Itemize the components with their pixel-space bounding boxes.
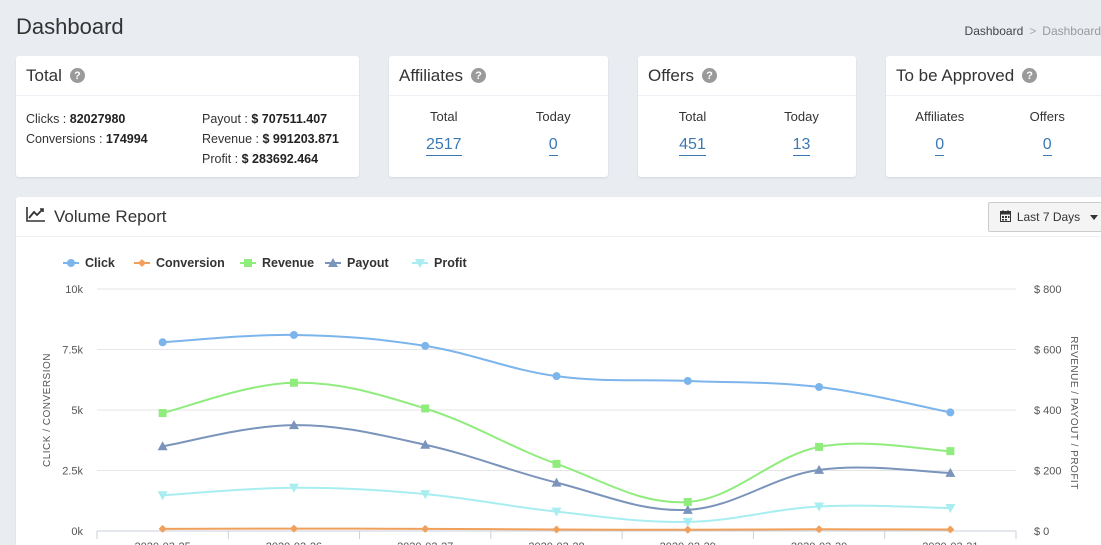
legend-label-click: Click bbox=[85, 256, 115, 270]
y-left-tick-label: 2.5k bbox=[62, 466, 83, 478]
data-point-revenue bbox=[946, 447, 955, 456]
legend-item-profit[interactable]: Profit bbox=[412, 256, 467, 270]
data-point-click bbox=[158, 338, 167, 347]
data-point-conversion bbox=[946, 525, 955, 534]
data-point-revenue bbox=[289, 378, 298, 387]
series-conversion bbox=[158, 524, 955, 534]
data-point-conversion bbox=[815, 525, 824, 534]
legend-marker-revenue bbox=[244, 259, 252, 267]
chart-series bbox=[157, 330, 956, 534]
data-point-revenue bbox=[815, 442, 824, 451]
volume-chart: 0k $ 0 2.5k $ 200 5k $ 400 7.5k $ 600 10k $ 800 20… bbox=[42, 256, 1079, 545]
chart-axes: 0k $ 0 2.5k $ 200 5k $ 400 7.5k $ 600 10k $ 800 20… bbox=[42, 284, 1079, 545]
series-click bbox=[158, 330, 955, 417]
legend-marker-click bbox=[67, 259, 75, 267]
series-profit bbox=[157, 483, 956, 527]
data-point-click bbox=[289, 330, 298, 339]
legend-marker-conversion bbox=[138, 259, 146, 267]
y-left-tick-label: 7.5k bbox=[62, 345, 83, 357]
y-right-tick-label: $ 0 bbox=[1034, 526, 1049, 538]
data-point-revenue bbox=[683, 497, 692, 506]
data-point-revenue bbox=[158, 409, 167, 418]
x-tick-label: 2020-03-28 bbox=[528, 541, 584, 545]
data-point-revenue bbox=[421, 404, 430, 413]
y-left-tick-label: 0k bbox=[71, 526, 83, 538]
data-point-conversion bbox=[421, 524, 430, 533]
data-point-revenue bbox=[552, 459, 561, 468]
x-tick-label: 2020-03-31 bbox=[922, 541, 978, 545]
data-point-conversion bbox=[683, 525, 692, 534]
data-point-click bbox=[946, 408, 955, 417]
x-tick-label: 2020-03-25 bbox=[135, 541, 191, 545]
series-line-profit bbox=[162, 486, 951, 524]
data-point-click bbox=[683, 376, 692, 385]
y-right-tick-label: $ 600 bbox=[1034, 345, 1062, 357]
y-left-axis-title: CLICK / CONVERSION bbox=[42, 353, 53, 467]
legend-label-conversion: Conversion bbox=[156, 256, 225, 270]
legend-item-payout[interactable]: Payout bbox=[325, 256, 390, 270]
legend-label-payout: Payout bbox=[347, 256, 390, 270]
data-point-conversion bbox=[552, 525, 561, 534]
data-point-conversion bbox=[158, 524, 167, 533]
y-right-tick-label: $ 200 bbox=[1034, 466, 1062, 478]
legend-item-revenue[interactable]: Revenue bbox=[240, 256, 314, 270]
y-left-tick-label: 10k bbox=[65, 284, 83, 296]
y-right-tick-label: $ 800 bbox=[1034, 284, 1062, 296]
chart-legend: Click Conversion Revenue Payout Profit bbox=[63, 256, 467, 270]
data-point-click bbox=[815, 383, 824, 392]
data-point-click bbox=[421, 341, 430, 350]
y-right-tick-label: $ 400 bbox=[1034, 405, 1062, 417]
legend-item-click[interactable]: Click bbox=[63, 256, 115, 270]
legend-label-profit: Profit bbox=[434, 256, 467, 270]
series-revenue bbox=[158, 378, 955, 506]
data-point-click bbox=[552, 372, 561, 381]
y-right-axis-title: REVENUE / PAYOUT / PROFIT bbox=[1068, 336, 1079, 490]
x-tick-label: 2020-03-29 bbox=[660, 541, 716, 545]
y-left-tick-label: 5k bbox=[71, 405, 83, 417]
chart-grid bbox=[96, 288, 1017, 539]
legend-label-revenue: Revenue bbox=[262, 256, 314, 270]
legend-item-conversion[interactable]: Conversion bbox=[134, 256, 225, 270]
x-tick-label: 2020-03-30 bbox=[791, 541, 847, 545]
x-tick-label: 2020-03-26 bbox=[266, 541, 322, 545]
x-tick-label: 2020-03-27 bbox=[397, 541, 453, 545]
